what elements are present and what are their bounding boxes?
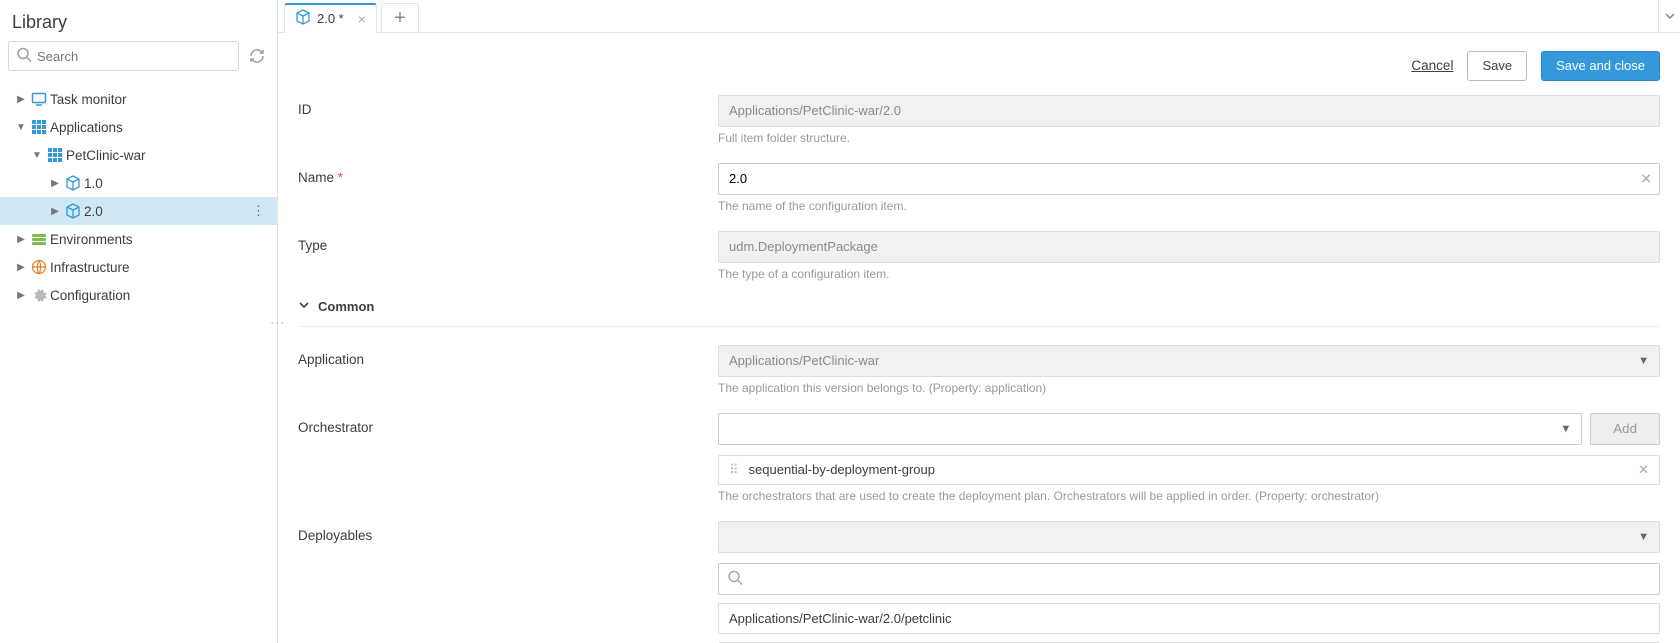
id-label: ID [298, 95, 718, 117]
drag-handle-icon[interactable]: ⠿ [729, 462, 739, 478]
gear-icon [28, 287, 50, 303]
tab-bar: 2.0 * × + [278, 0, 1680, 33]
tree-node-petclinic[interactable]: ▼ PetClinic-war [0, 141, 277, 169]
new-tab-button[interactable]: + [381, 3, 419, 33]
infrastructure-icon [28, 259, 50, 275]
tree-node-environments[interactable]: ▶ Environments [0, 225, 277, 253]
orchestrator-item-label: sequential-by-deployment-group [749, 462, 935, 477]
tab-label: 2.0 * [317, 11, 344, 26]
tree-label: Applications [50, 120, 269, 135]
application-select: Applications/PetClinic-war ▼ [718, 345, 1660, 377]
tree-label: Task monitor [50, 92, 269, 107]
deployables-label: Deployables [298, 521, 718, 543]
cancel-button[interactable]: Cancel [1411, 58, 1453, 73]
tree-label: Configuration [50, 288, 269, 303]
caret-down-icon: ▼ [1638, 531, 1649, 543]
package-icon [295, 9, 311, 28]
deployable-item[interactable]: Applications/PetClinic-war/2.0/petclinic [718, 603, 1660, 634]
type-field: udm.DeploymentPackage [718, 231, 1660, 263]
tabs-dropdown-button[interactable] [1658, 0, 1680, 32]
save-and-close-button[interactable]: Save and close [1541, 51, 1660, 81]
tree-label: Infrastructure [50, 260, 269, 275]
refresh-button[interactable] [245, 44, 269, 68]
type-help: The type of a configuration item. [718, 267, 1660, 281]
name-input[interactable] [718, 163, 1660, 195]
id-field: Applications/PetClinic-war/2.0 [718, 95, 1660, 127]
name-label: Name [298, 163, 718, 185]
library-tree: ▶ Task monitor ▼ Applications ▼ PetClini… [0, 81, 277, 313]
grid-icon [28, 119, 50, 135]
caret-icon: ▼ [14, 122, 28, 133]
main-panel: ⋮ 2.0 * × + Cancel Save Save and close I… [278, 0, 1680, 643]
search-icon [727, 569, 743, 588]
search-input[interactable] [8, 41, 239, 71]
name-help: The name of the configuration item. [718, 199, 1660, 213]
tree-label: Environments [50, 232, 269, 247]
tree-node-v10[interactable]: ▶ 1.0 [0, 169, 277, 197]
close-icon[interactable]: × [350, 11, 366, 27]
deployables-select[interactable]: ▼ [718, 521, 1660, 553]
tree-label: 2.0 [84, 204, 248, 219]
section-common-label: Common [318, 299, 374, 314]
caret-icon: ▶ [48, 178, 62, 189]
tree-node-configuration[interactable]: ▶ Configuration [0, 281, 277, 309]
id-help: Full item folder structure. [718, 131, 1660, 145]
caret-icon: ▶ [48, 206, 62, 217]
package-icon [62, 175, 84, 191]
type-label: Type [298, 231, 718, 253]
action-row: Cancel Save Save and close [278, 33, 1680, 91]
remove-icon[interactable]: ✕ [1638, 462, 1649, 478]
grid-icon [44, 147, 66, 163]
tree-node-v20[interactable]: ▶ 2.0 ⋮ [0, 197, 277, 225]
tree-node-task-monitor[interactable]: ▶ Task monitor [0, 85, 277, 113]
tab-active[interactable]: 2.0 * × [284, 3, 377, 33]
orchestrator-item[interactable]: ⠿ sequential-by-deployment-group ✕ [718, 455, 1660, 485]
form: ID Applications/PetClinic-war/2.0 Full i… [278, 91, 1680, 643]
section-common-toggle[interactable]: Common [298, 299, 1660, 314]
orchestrator-add-button[interactable]: Add [1590, 413, 1660, 445]
caret-icon: ▶ [14, 290, 28, 301]
orchestrator-select[interactable]: ▼ [718, 413, 1582, 445]
sidebar-title: Library [0, 0, 277, 41]
caret-icon: ▶ [14, 262, 28, 273]
package-icon [62, 203, 84, 219]
monitor-icon [28, 91, 50, 107]
caret-icon: ▶ [14, 234, 28, 245]
tree-label: PetClinic-war [66, 148, 269, 163]
application-label: Application [298, 345, 718, 367]
splitter-handle[interactable]: ⋮ [270, 316, 286, 328]
clear-icon[interactable]: ✕ [1640, 170, 1652, 187]
tree-node-infrastructure[interactable]: ▶ Infrastructure [0, 253, 277, 281]
caret-icon: ▼ [30, 150, 44, 161]
caret-down-icon: ▼ [1560, 423, 1571, 435]
application-help: The application this version belongs to.… [718, 381, 1660, 395]
chevron-down-icon [298, 299, 310, 314]
tree-label: 1.0 [84, 176, 269, 191]
caret-down-icon: ▼ [1638, 355, 1649, 367]
orchestrator-label: Orchestrator [298, 413, 718, 435]
environments-icon [28, 231, 50, 247]
more-menu-icon[interactable]: ⋮ [248, 203, 269, 219]
search-icon [16, 47, 32, 66]
caret-icon: ▶ [14, 94, 28, 105]
orchestrator-help: The orchestrators that are used to creat… [718, 489, 1660, 503]
deployables-search-input[interactable] [718, 563, 1660, 595]
save-button[interactable]: Save [1467, 51, 1527, 81]
sidebar-search[interactable] [8, 41, 239, 71]
library-sidebar: Library ▶ Task monitor ▼ Applications [0, 0, 278, 643]
tree-node-applications[interactable]: ▼ Applications [0, 113, 277, 141]
divider [298, 326, 1660, 327]
